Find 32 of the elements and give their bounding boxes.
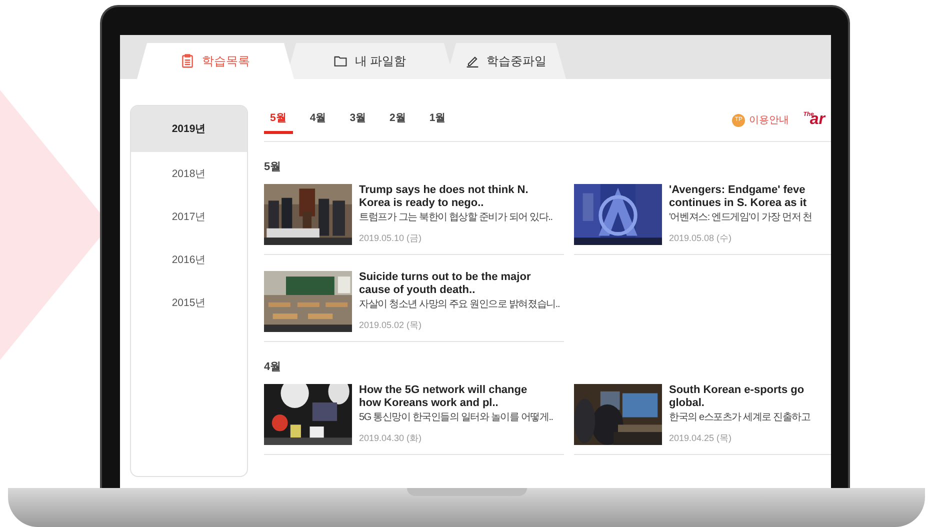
news-card[interactable]: Trump says he does not think N. Korea is ready to nego.. 트럼프가 그는 북한이 협상할 준비가 되어 있다.. 2019.05.10 (금) [264,184,564,255]
month-heading: 4월 [264,360,282,374]
news-card[interactable]: How the 5G network will change how Koreans work and pl.. 5G 통신망이 한국인들의 일터와 놀이를 어떻게.. 2019.04.30 (화) [264,384,564,455]
article-title[interactable]: South Korean e-sports go global. [669,384,810,410]
article-title[interactable]: Trump says he does not think N. Korea is ready to nego.. [359,184,552,210]
news-card[interactable]: Suicide turns out to be the major cause of youth death.. 자살이 청소년 사망의 주요 원인으로 밝혀졌습니.. 2019.05.02 (목) [264,271,564,342]
article-summary: '어벤져스: 엔드게임'이 가장 먼저 천 [669,211,812,225]
article-date: 2019.05.08 (수) [669,232,733,245]
article-summary: 트럼프가 그는 북한이 협상할 준비가 되어 있다.. [359,211,552,225]
article-title[interactable]: Suicide turns out to be the major cause of youth death.. [359,271,560,297]
article-summary: 한국의 e스포츠가 세계로 진출하고 [669,411,810,425]
article-date: 2019.05.10 (금) [359,232,423,245]
article-date: 2019.05.02 (목) [359,319,423,332]
month-tab[interactable]: 5월 [264,106,293,134]
article-date: 2019.04.25 (목) [669,432,733,445]
month-tab[interactable]: 3월 [344,106,373,134]
article-title[interactable]: 'Avengers: Endgame' feve continues in S. Korea as it [669,184,812,210]
article-title[interactable]: How the 5G network will change how Koreans work and pl.. [359,384,553,410]
year-item[interactable]: 2019년 [131,106,247,152]
month-tab[interactable]: 4월 [304,106,333,134]
article-summary: 5G 통신망이 한국인들의 일터와 놀이를 어떻게.. [359,411,553,425]
clipboard-icon [181,54,194,68]
pencil-icon [466,54,478,68]
month-heading: 5월 [264,160,282,174]
month-tab[interactable]: 2월 [384,106,412,134]
article-summary: 자살이 청소년 사망의 주요 원인으로 밝혀졌습니.. [359,298,560,312]
article-date: 2019.04.30 (화) [359,432,423,445]
folder-icon [334,54,347,68]
month-tab[interactable]: 1월 [423,106,452,134]
news-card[interactable]: 'Avengers: Endgame' feve continues in S. Korea as it '어벤져스: 엔드게임'이 가장 먼저 천 2019.05.08 (수) [574,184,831,255]
news-card[interactable]: South Korean e-sports go global. 한국의 e스포츠가 세계로 진출하고 2019.04.25 (목) [574,384,831,455]
tab[interactable]: 학습목록 [137,43,294,79]
